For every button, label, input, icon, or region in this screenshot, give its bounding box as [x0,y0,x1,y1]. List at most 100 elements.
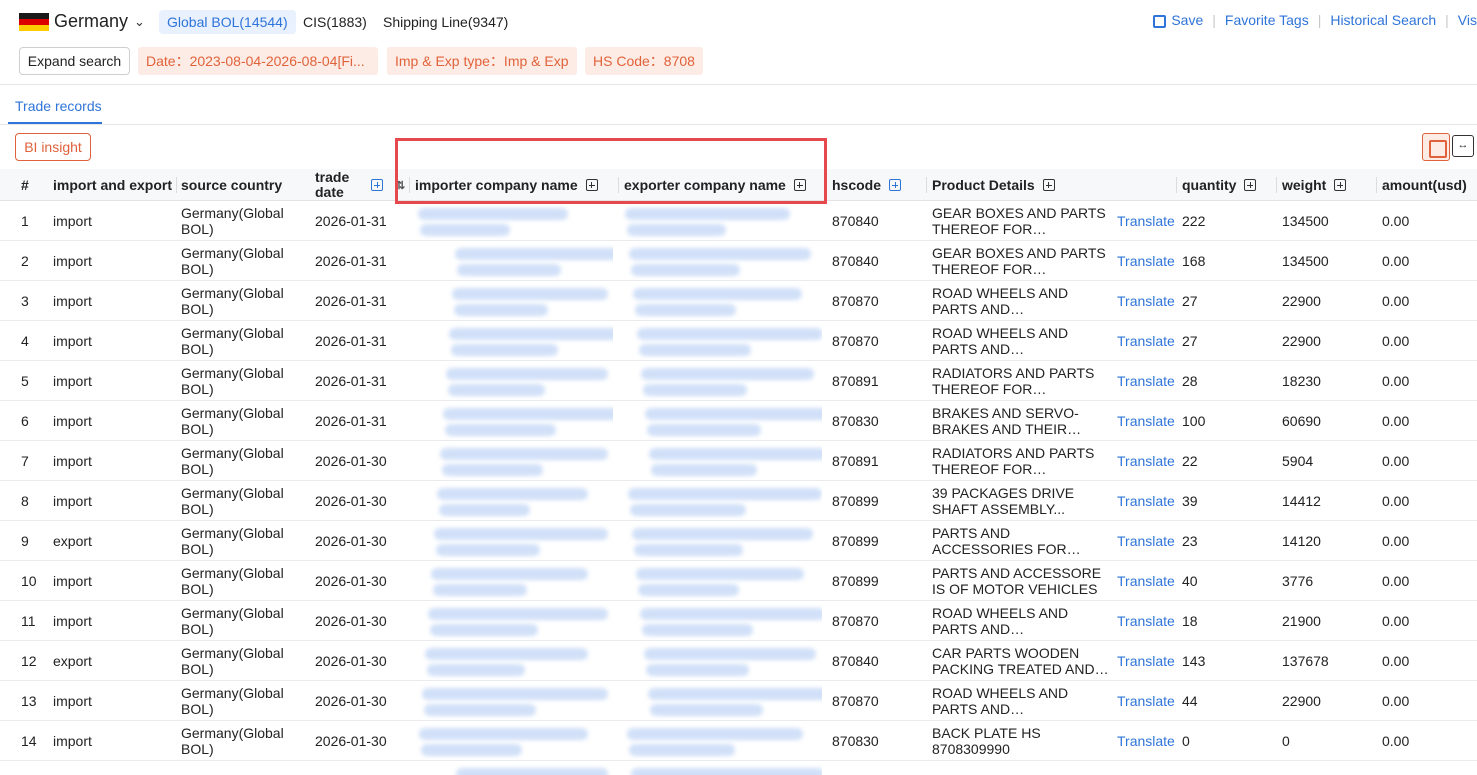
table-row[interactable]: 1 import Germany(Global BOL) 2026-01-31 8708… [0,201,1477,241]
product-add-icon[interactable] [1042,179,1055,191]
cell-importer-company-name[interactable] [413,561,613,601]
translate-link[interactable]: Translate [1117,681,1179,721]
table-row[interactable]: 11 import Germany(Global BOL) 2026-01-30 870… [0,601,1477,641]
tab-trade-records[interactable]: Trade records [15,98,102,114]
cell-importer-company-name[interactable] [413,521,613,561]
col-importer-company-name[interactable]: importer company name [415,169,598,201]
cell-importer-company-name[interactable] [413,321,613,361]
col-hscode[interactable]: hscode [832,169,902,201]
cell-exporter-company-name[interactable] [622,641,822,681]
cell-exporter-company-name[interactable] [622,361,822,401]
importer-add-icon[interactable] [585,179,598,191]
cell-importer-company-name[interactable] [413,761,613,775]
table-row[interactable]: Germany(Global GRILLE HS 870829 [0,761,1477,775]
historical-search-link[interactable]: Historical Search [1330,12,1436,28]
col-product-details[interactable]: Product Details [932,169,1055,201]
cell-quantity: 40 [1182,573,1198,589]
country-selector[interactable]: Germany [54,11,128,32]
translate-link[interactable]: Translate [1117,281,1179,321]
table-row[interactable]: 13 import Germany(Global BOL) 2026-01-30 870… [0,681,1477,721]
translate-link[interactable]: Translate [1117,361,1179,401]
filter-chip-hs-code[interactable]: HS Code：8708 [585,47,703,75]
table-row[interactable]: 2 import Germany(Global BOL) 2026-01-31 8708… [0,241,1477,281]
bi-insight-button[interactable]: BI insight [15,133,91,161]
hscode-add-icon[interactable] [889,179,902,191]
translate-link[interactable]: Translate [1117,201,1179,241]
cell-exporter-company-name[interactable] [622,721,822,761]
translate-link[interactable]: Translate [1117,601,1179,641]
col-quantity[interactable]: quantity [1182,169,1257,201]
save-link[interactable]: Save [1171,12,1203,28]
cell-exporter-company-name[interactable] [622,481,822,521]
cell-importer-company-name[interactable] [413,481,613,521]
cell-exporter-company-name[interactable] [622,321,822,361]
cell-import-export: import [53,453,92,469]
cell-importer-company-name[interactable] [413,361,613,401]
cell-exporter-company-name[interactable] [622,441,822,481]
cell-importer-company-name[interactable] [413,721,613,761]
col-weight[interactable]: weight [1282,169,1347,201]
vis-link[interactable]: Vis [1458,12,1477,28]
cell-importer-company-name[interactable] [413,401,613,441]
cell-importer-company-name[interactable] [413,641,613,681]
cell-exporter-company-name[interactable] [622,241,822,281]
translate-link[interactable]: Translate [1117,241,1179,281]
chevron-down-icon[interactable]: ⌄ [134,14,145,30]
table-row[interactable]: 7 import Germany(Global BOL) 2026-01-30 8708… [0,441,1477,481]
cell-importer-company-name[interactable] [413,201,613,241]
translate-link[interactable]: Translate [1117,521,1179,561]
weight-add-icon[interactable] [1334,179,1347,191]
col-import-export[interactable]: import and export [53,169,172,201]
favorite-tags-link[interactable]: Favorite Tags [1225,12,1309,28]
table-row[interactable]: 6 import Germany(Global BOL) 2026-01-31 8708… [0,401,1477,441]
cell-exporter-company-name[interactable] [622,601,822,641]
cell-exporter-company-name[interactable] [622,561,822,601]
cell-hscode: 870840 [832,653,879,669]
cell-exporter-company-name[interactable] [622,401,822,441]
cell-importer-company-name[interactable] [413,601,613,641]
filter-chip-imp-exp-type[interactable]: Imp & Exp type：Imp & Exp [387,47,577,75]
cell-exporter-company-name[interactable] [622,281,822,321]
redacted-text [422,688,608,700]
table-row[interactable]: 9 export Germany(Global BOL) 2026-01-30 8708… [0,521,1477,561]
table-row[interactable]: 8 import Germany(Global BOL) 2026-01-30 8708… [0,481,1477,521]
fullscreen-icon[interactable] [1422,133,1450,161]
translate-link[interactable]: Translate [1117,321,1179,361]
cell-exporter-company-name[interactable] [622,201,822,241]
exporter-add-icon[interactable] [793,179,806,191]
translate-link[interactable]: Translate [1117,721,1179,761]
filter-chip-date[interactable]: Date：2023-08-04-2026-08-04[Fi... [138,47,378,75]
quantity-add-icon[interactable] [1244,179,1257,191]
col-exporter-company-name[interactable]: exporter company name [624,169,806,201]
column-width-icon[interactable]: ↔ [1452,135,1474,157]
tab-cis[interactable]: CIS(1883) [295,10,375,34]
translate-link[interactable]: Translate [1117,401,1179,441]
table-row[interactable]: 3 import Germany(Global BOL) 2026-01-31 8708… [0,281,1477,321]
cell-exporter-company-name[interactable] [622,761,822,775]
expand-search-button[interactable]: Expand search [19,47,130,75]
sort-icon[interactable]: ⇅ [396,169,405,201]
col-source-country[interactable]: source country [181,169,282,201]
col-amount[interactable]: amount(usd) [1382,169,1467,201]
table-row[interactable]: 10 import Germany(Global BOL) 2026-01-30 870… [0,561,1477,601]
translate-link[interactable]: Translate [1117,561,1179,601]
cell-importer-company-name[interactable] [413,441,613,481]
cell-importer-company-name[interactable] [413,241,613,281]
cell-importer-company-name[interactable] [413,281,613,321]
cell-trade-date: 2026-01-30 [315,653,387,669]
translate-link[interactable]: Translate [1117,641,1179,681]
translate-link[interactable]: Translate [1117,441,1179,481]
translate-link[interactable]: Translate [1117,481,1179,521]
table-row[interactable]: 5 import Germany(Global BOL) 2026-01-31 8708… [0,361,1477,401]
cell-exporter-company-name[interactable] [622,521,822,561]
table-row[interactable]: 14 import Germany(Global BOL) 2026-01-30 870… [0,721,1477,761]
trade-date-add-icon[interactable] [363,169,383,201]
cell-source-country: Germany(Global BOL) [181,565,284,597]
cell-exporter-company-name[interactable] [622,681,822,721]
table-row[interactable]: 12 export Germany(Global BOL) 2026-01-30 870… [0,641,1477,681]
col-trade-date[interactable]: trade date [315,169,355,201]
cell-importer-company-name[interactable] [413,681,613,721]
tab-shipping-line[interactable]: Shipping Line(9347) [375,10,516,34]
tab-global-bol[interactable]: Global BOL(14544) [159,10,296,34]
table-row[interactable]: 4 import Germany(Global BOL) 2026-01-31 8708… [0,321,1477,361]
